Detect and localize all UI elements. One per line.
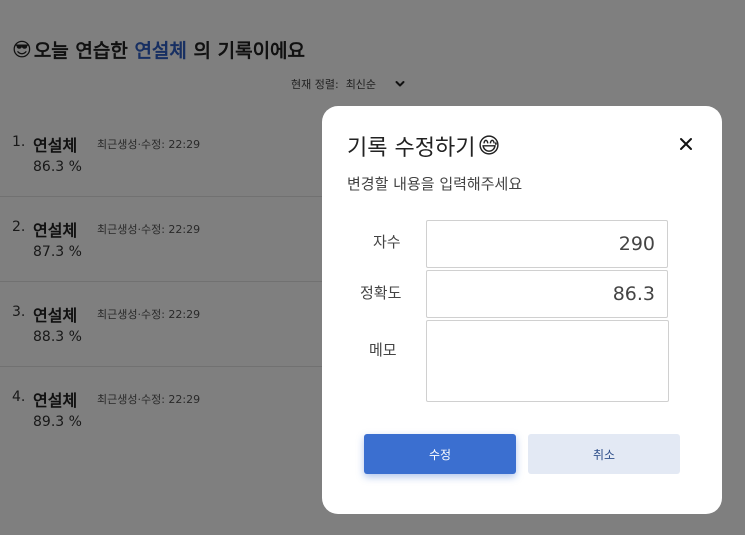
edit-record-modal: 기록 수정하기 😅 변경할 내용을 입력해주세요 자수 정확도 메모 수정 취소 — [322, 106, 722, 514]
chars-label: 자수 — [373, 233, 401, 251]
modal-subtitle: 변경할 내용을 입력해주세요 — [347, 175, 523, 193]
memo-label: 메모 — [369, 341, 397, 359]
close-button[interactable] — [674, 132, 698, 156]
accuracy-label: 정확도 — [360, 284, 402, 302]
close-icon[interactable] — [679, 137, 693, 151]
sweat-smile-emoji-icon: 😅 — [477, 133, 501, 159]
accuracy-input[interactable] — [426, 270, 668, 318]
memo-textarea[interactable] — [426, 320, 669, 402]
confirm-edit-button[interactable]: 수정 — [364, 434, 516, 474]
cancel-button[interactable]: 취소 — [528, 434, 680, 474]
chars-input[interactable] — [426, 220, 668, 268]
modal-title-text: 기록 수정하기 — [347, 136, 476, 161]
modal-title: 기록 수정하기 😅 — [347, 130, 500, 162]
